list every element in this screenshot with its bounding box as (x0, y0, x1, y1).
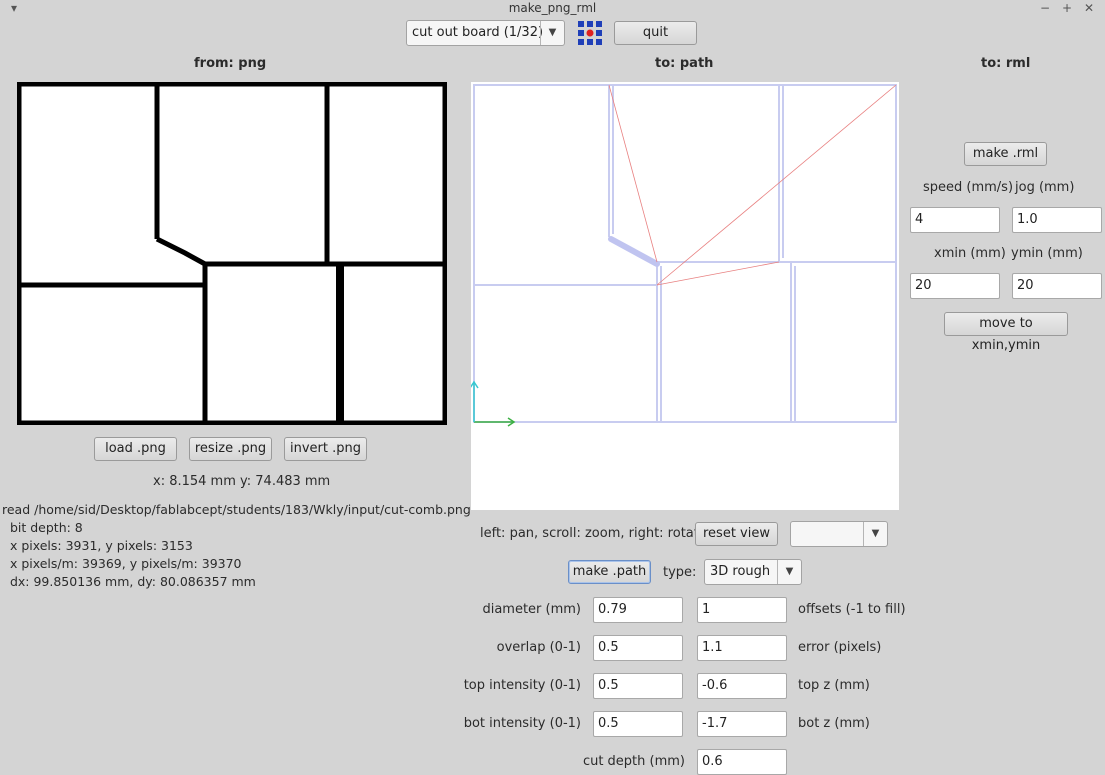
top-intensity-label: top intensity (0-1) (463, 678, 581, 693)
xmin-value: 20 (915, 278, 932, 293)
make-rml-button[interactable]: make .rml (964, 142, 1047, 166)
minimize-icon[interactable]: − (1037, 0, 1053, 16)
view-hint: left: pan, scroll: zoom, right: rotate (480, 526, 707, 541)
to-rml-header: to: rml (981, 56, 1031, 71)
bot-z-field[interactable]: -1.7 (697, 711, 787, 737)
speed-field[interactable]: 4 (910, 207, 1000, 233)
type-label: type: (663, 565, 697, 580)
mode-select-value: cut out board (1/32) (412, 25, 544, 40)
diameter-value: 0.79 (598, 602, 627, 617)
window-title: make_png_rml (508, 1, 597, 15)
png-board-image (16, 81, 448, 426)
ymin-label: ymin (mm) (1011, 246, 1083, 261)
xmin-label: xmin (mm) (934, 246, 1006, 261)
ymin-field[interactable]: 20 (1012, 273, 1102, 299)
png-info-bit-depth: bit depth: 8 (2, 520, 83, 535)
cursor-coords: x: 8.154 mm y: 74.483 mm (153, 474, 331, 489)
make-path-button[interactable]: make .path (568, 560, 651, 584)
fab-grid-logo-icon (578, 21, 602, 45)
png-info-path: read /home/sid/Desktop/fablabcept/studen… (2, 502, 471, 517)
jog-value: 1.0 (1017, 212, 1038, 227)
overlap-field[interactable]: 0.5 (593, 635, 683, 661)
path-type-value: 3D rough (710, 564, 771, 579)
png-info-dimensions: dx: 99.850136 mm, dy: 80.086357 mm (2, 574, 256, 589)
ymin-value: 20 (1017, 278, 1034, 293)
diameter-field[interactable]: 0.79 (593, 597, 683, 623)
to-path-header: to: path (655, 56, 714, 71)
close-icon[interactable]: ✕ (1081, 0, 1097, 16)
top-z-field[interactable]: -0.6 (697, 673, 787, 699)
bot-z-label: bot z (mm) (798, 716, 870, 731)
speed-value: 4 (915, 212, 924, 227)
invert-png-button[interactable]: invert .png (284, 437, 367, 461)
overlap-value: 0.5 (598, 640, 619, 655)
png-info-pixels-per-m: x pixels/m: 39369, y pixels/m: 39370 (2, 556, 242, 571)
cut-depth-value: 0.6 (702, 754, 723, 769)
offsets-label: offsets (-1 to fill) (798, 602, 906, 617)
top-intensity-field[interactable]: 0.5 (593, 673, 683, 699)
overlap-label: overlap (0-1) (496, 640, 581, 655)
reset-view-button[interactable]: reset view (695, 522, 778, 546)
speed-label: speed (mm/s) (923, 180, 1014, 195)
error-value: 1.1 (702, 640, 723, 655)
png-info-pixels: x pixels: 3931, y pixels: 3153 (2, 538, 193, 553)
dropdown-arrow-icon: ▼ (540, 21, 564, 45)
top-z-label: top z (mm) (798, 678, 870, 693)
cut-depth-label: cut depth (mm) (582, 754, 685, 769)
jog-field[interactable]: 1.0 (1012, 207, 1102, 233)
error-field[interactable]: 1.1 (697, 635, 787, 661)
toolpath-render (469, 84, 897, 427)
error-label: error (pixels) (798, 640, 882, 655)
jog-label: jog (mm) (1015, 180, 1075, 195)
maximize-icon[interactable]: + (1059, 0, 1075, 16)
load-png-button[interactable]: load .png (94, 437, 177, 461)
top-intensity-value: 0.5 (598, 678, 619, 693)
bot-intensity-field[interactable]: 0.5 (593, 711, 683, 737)
bot-z-value: -1.7 (702, 716, 728, 731)
diameter-label: diameter (mm) (482, 602, 581, 617)
from-png-header: from: png (194, 56, 267, 71)
mode-select[interactable]: cut out board (1/32) ▼ (406, 20, 565, 46)
view-select[interactable]: ▼ (790, 521, 888, 547)
cut-depth-field[interactable]: 0.6 (697, 749, 787, 775)
xmin-field[interactable]: 20 (910, 273, 1000, 299)
bot-intensity-label: bot intensity (0-1) (463, 716, 581, 731)
top-z-value: -0.6 (702, 678, 728, 693)
png-preview-canvas[interactable] (16, 81, 448, 426)
offsets-field[interactable]: 1 (697, 597, 787, 623)
move-to-xmin-ymin-button[interactable]: move to xmin,ymin (944, 312, 1068, 353)
path-type-select[interactable]: 3D rough ▼ (704, 559, 802, 585)
bot-intensity-value: 0.5 (598, 716, 619, 731)
path-preview-canvas[interactable] (469, 82, 899, 510)
dropdown-arrow-icon: ▼ (777, 560, 801, 584)
offsets-value: 1 (702, 602, 711, 617)
resize-png-button[interactable]: resize .png (189, 437, 272, 461)
quit-button[interactable]: quit (614, 21, 697, 45)
dropdown-arrow-icon: ▼ (863, 522, 887, 546)
